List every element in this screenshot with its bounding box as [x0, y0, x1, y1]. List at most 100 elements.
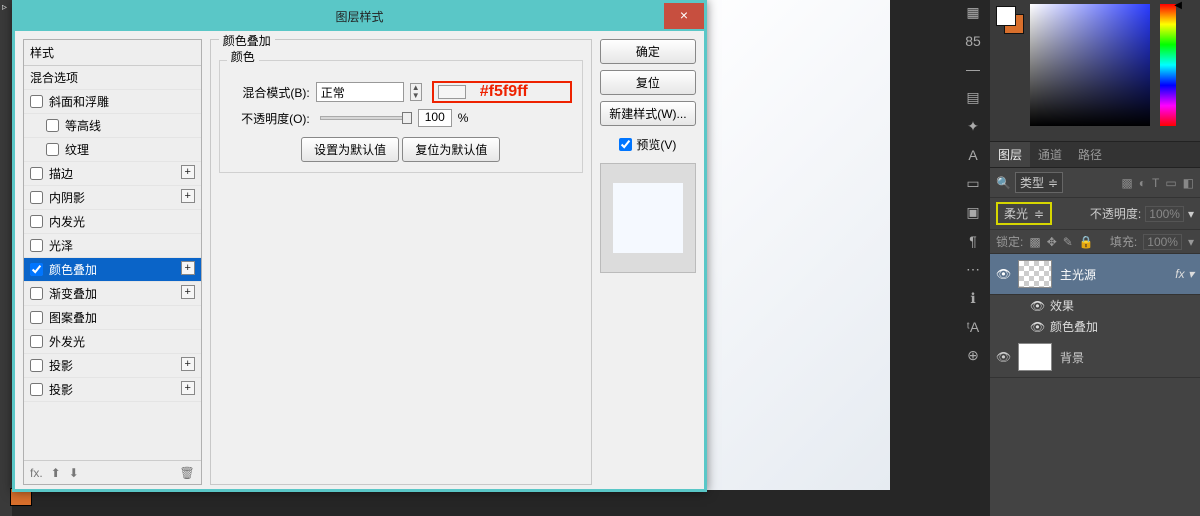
layer-thumbnail[interactable] [1018, 343, 1052, 371]
foreground-color-swatch[interactable] [996, 6, 1016, 26]
panel-icon[interactable]: ⊕ [967, 347, 979, 364]
opacity-input[interactable]: 100 [418, 109, 452, 127]
move-tool-icon[interactable]: ▹ [2, 2, 7, 13]
filter-shape-icon[interactable]: ▭ [1165, 176, 1176, 190]
style-checkbox[interactable] [46, 119, 59, 132]
dialog-title-bar[interactable]: 图层样式 × [15, 3, 704, 31]
color-swatch[interactable] [438, 85, 466, 99]
lock-pixels-icon[interactable]: ▩ [1029, 235, 1040, 249]
cancel-button[interactable]: 复位 [600, 70, 696, 95]
add-instance-icon[interactable]: + [181, 261, 195, 275]
opacity-slider[interactable] [320, 116, 408, 120]
panel-icon[interactable]: ▣ [966, 204, 979, 221]
style-row[interactable]: 颜色叠加+ [24, 258, 201, 282]
fx-effects-row[interactable]: 👁效果 [990, 295, 1200, 316]
style-row[interactable]: 内阴影 + [24, 186, 201, 210]
style-checkbox[interactable] [30, 335, 43, 348]
visibility-icon[interactable]: 👁 [1030, 320, 1044, 334]
set-default-button[interactable]: 设置为默认值 [301, 137, 399, 162]
move-down-icon[interactable]: ⬇ [69, 466, 79, 480]
panel-icon[interactable]: ✦ [967, 118, 979, 135]
style-row[interactable]: 投影+ [24, 378, 201, 402]
filter-type-icon[interactable]: T [1152, 176, 1159, 190]
style-checkbox[interactable] [30, 359, 43, 372]
add-instance-icon[interactable]: + [181, 285, 195, 299]
tab-paths[interactable]: 路径 [1070, 142, 1110, 167]
visibility-icon[interactable]: 👁 [996, 267, 1010, 281]
tab-channels[interactable]: 通道 [1030, 142, 1070, 167]
chevron-down-icon[interactable]: ▾ [1188, 235, 1194, 249]
hue-slider[interactable] [1160, 4, 1176, 126]
new-style-button[interactable]: 新建样式(W)... [600, 101, 696, 126]
filter-pixel-icon[interactable]: ▩ [1121, 176, 1132, 190]
add-instance-icon[interactable]: + [181, 357, 195, 371]
panel-icon[interactable]: ℹ [970, 290, 975, 307]
trash-icon[interactable]: 🗑 [180, 466, 195, 480]
filter-adjust-icon[interactable]: ◐ [1139, 176, 1146, 190]
style-checkbox[interactable] [30, 383, 43, 396]
panel-icon[interactable]: ¶ [969, 233, 977, 249]
panel-icon[interactable]: 85 [965, 33, 981, 49]
move-up-icon[interactable]: ⬆ [51, 466, 61, 480]
opacity-value[interactable]: 100% [1145, 206, 1184, 222]
panel-icon[interactable]: — [966, 61, 980, 77]
panel-icon[interactable]: ▤ [966, 89, 979, 106]
canvas[interactable] [705, 0, 890, 490]
tab-layers[interactable]: 图层 [990, 142, 1030, 167]
lock-brush-icon[interactable]: ✎ [1063, 235, 1073, 249]
filter-smart-icon[interactable]: ◧ [1183, 176, 1194, 190]
fill-value[interactable]: 100% [1143, 234, 1182, 250]
panel-icon[interactable]: ᵗA [967, 319, 979, 335]
add-instance-icon[interactable]: + [181, 189, 195, 203]
visibility-icon[interactable]: 👁 [996, 350, 1010, 364]
panel-icon[interactable]: ▭ [966, 175, 979, 192]
style-row[interactable]: 内发光 [24, 210, 201, 234]
style-checkbox[interactable] [30, 167, 43, 180]
visibility-icon[interactable]: 👁 [1030, 299, 1044, 313]
style-row[interactable]: 光泽 [24, 234, 201, 258]
style-row[interactable]: 描边+ [24, 162, 201, 186]
layer-blend-mode-select[interactable]: 柔光≑ [996, 202, 1052, 225]
style-row[interactable]: 纹理 [24, 138, 201, 162]
style-checkbox[interactable] [30, 287, 43, 300]
color-field[interactable] [1030, 4, 1150, 126]
dialog-close-button[interactable]: × [664, 3, 704, 29]
style-checkbox[interactable] [30, 95, 43, 108]
style-checkbox[interactable] [30, 263, 43, 276]
style-row[interactable]: 外发光 [24, 330, 201, 354]
blend-mode-select[interactable]: 正常 [316, 82, 404, 102]
add-instance-icon[interactable]: + [181, 381, 195, 395]
panel-icon[interactable]: ▦ [966, 4, 979, 21]
lock-position-icon[interactable]: ✥ [1047, 235, 1057, 249]
lock-all-icon[interactable]: 🔒 [1079, 235, 1094, 249]
chevron-down-icon[interactable]: ▾ [1188, 207, 1194, 221]
fx-menu-icon[interactable]: fx. [30, 466, 43, 480]
style-checkbox[interactable] [30, 311, 43, 324]
style-checkbox[interactable] [30, 239, 43, 252]
style-row[interactable]: 投影+ [24, 354, 201, 378]
panel-icon[interactable]: A [968, 147, 977, 163]
fx-effect-item[interactable]: 👁颜色叠加 [990, 316, 1200, 337]
color-overlay-annotation[interactable]: #f5f9ff [432, 81, 572, 103]
filter-kind-icon[interactable]: 🔍 [996, 176, 1011, 190]
layer-thumbnail[interactable] [1018, 260, 1052, 288]
layer-item[interactable]: 👁背景 [990, 337, 1200, 378]
layer-item[interactable]: 👁主光源fx ▾ [990, 254, 1200, 295]
style-checkbox[interactable] [30, 191, 43, 204]
style-row[interactable]: 图案叠加 [24, 306, 201, 330]
fx-badge[interactable]: fx ▾ [1175, 267, 1194, 281]
style-row[interactable]: 混合选项 [24, 66, 201, 90]
ok-button[interactable]: 确定 [600, 39, 696, 64]
style-checkbox[interactable] [46, 143, 59, 156]
panel-icon[interactable]: ⋯ [966, 261, 980, 278]
preview-checkbox[interactable]: 预览(V) [600, 136, 696, 153]
blend-spinner[interactable]: ▲▼ [410, 83, 422, 101]
style-row[interactable]: 等高线 [24, 114, 201, 138]
reset-default-button[interactable]: 复位为默认值 [402, 137, 500, 162]
style-row[interactable]: 渐变叠加+ [24, 282, 201, 306]
style-label: 内阴影 [49, 189, 85, 206]
filter-kind-select[interactable]: 类型≑ [1015, 172, 1063, 193]
add-instance-icon[interactable]: + [181, 165, 195, 179]
style-checkbox[interactable] [30, 215, 43, 228]
style-row[interactable]: 斜面和浮雕 [24, 90, 201, 114]
